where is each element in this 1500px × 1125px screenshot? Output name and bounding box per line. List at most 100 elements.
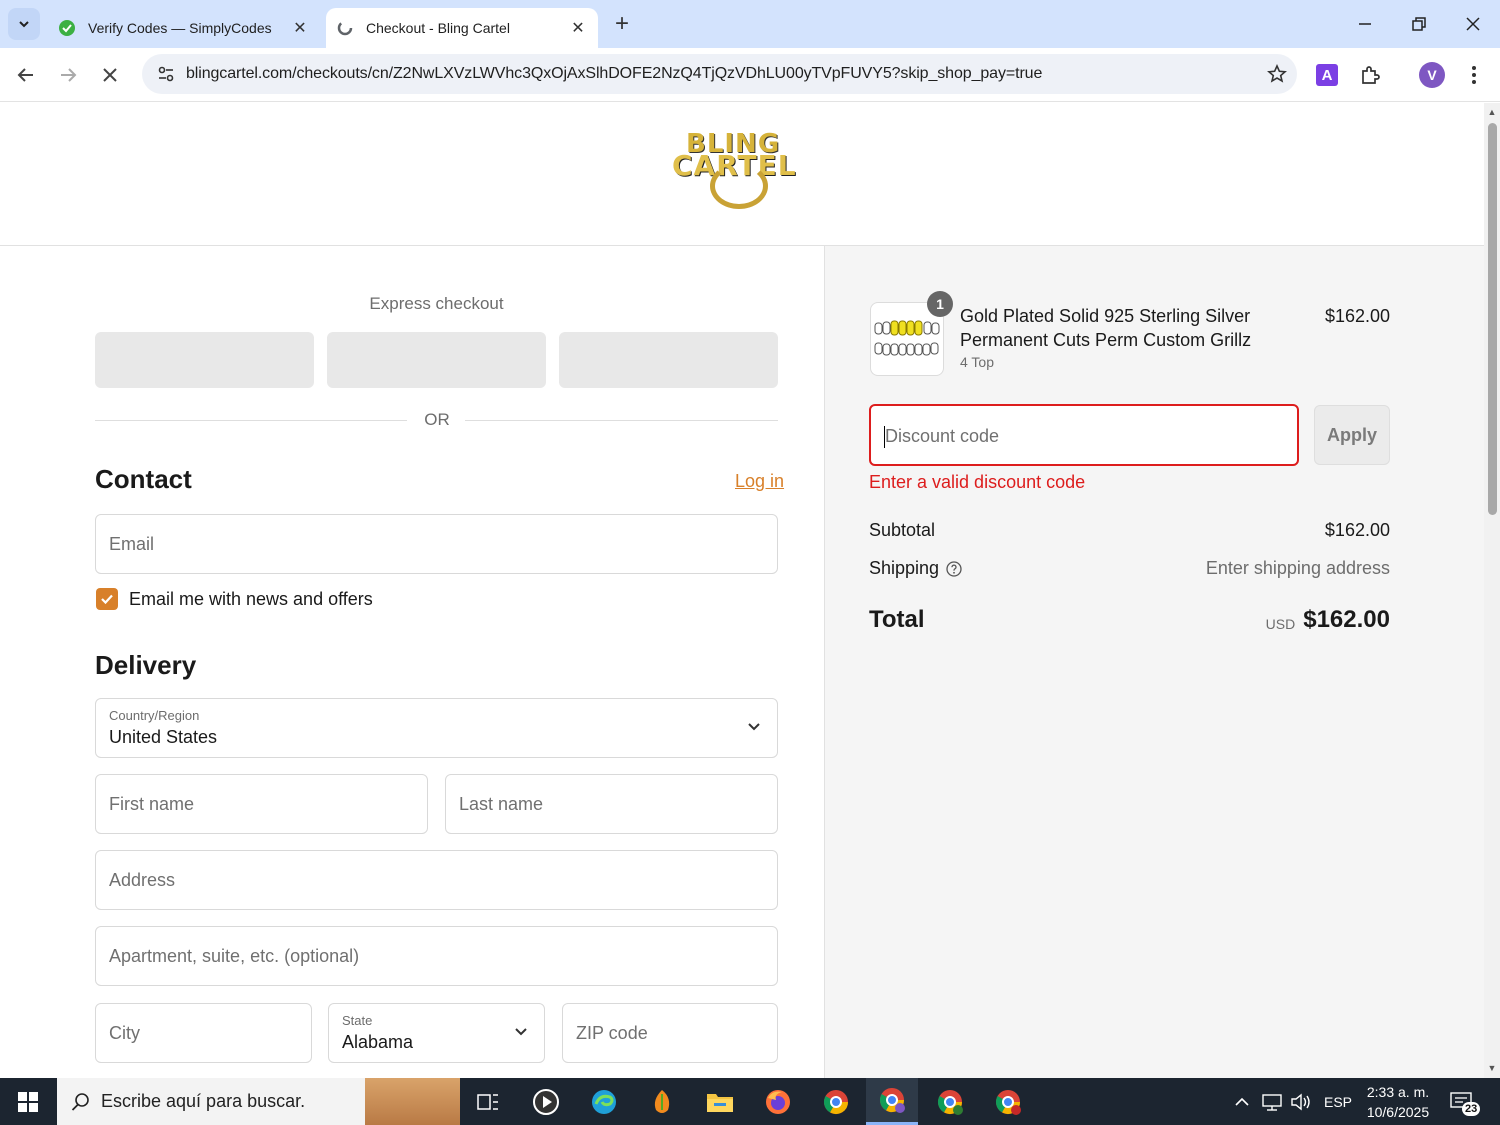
firefox-icon[interactable] bbox=[752, 1078, 804, 1125]
tab-search-button[interactable] bbox=[8, 8, 40, 40]
extension-a-icon[interactable]: A bbox=[1312, 60, 1342, 90]
file-explorer-icon[interactable] bbox=[694, 1078, 746, 1125]
total-label: Total bbox=[869, 606, 925, 633]
simplycodes-favicon-icon bbox=[58, 19, 76, 37]
email-placeholder: Email bbox=[109, 534, 155, 554]
order-summary: 1 Gold Plated Solid 925 Sterling Silver … bbox=[824, 246, 1484, 1078]
notifications-icon[interactable]: 23 bbox=[1450, 1078, 1481, 1125]
network-icon[interactable] bbox=[1262, 1078, 1284, 1125]
logo-chain-icon bbox=[710, 163, 768, 209]
zip-placeholder: ZIP code bbox=[576, 1023, 648, 1043]
product-price: $162.00 bbox=[1325, 306, 1391, 326]
taskbar-search[interactable]: Escribe aquí para buscar. bbox=[57, 1078, 460, 1125]
first-name-field[interactable]: First name bbox=[95, 774, 428, 834]
email-field[interactable]: Email bbox=[95, 514, 778, 574]
fl-studio-icon[interactable] bbox=[636, 1078, 688, 1125]
volume-icon[interactable] bbox=[1290, 1078, 1312, 1125]
news-offers-checkbox[interactable] bbox=[96, 588, 118, 610]
bookmark-star-icon[interactable] bbox=[1257, 64, 1297, 84]
notification-count-badge: 23 bbox=[1462, 1102, 1481, 1116]
task-view-icon[interactable] bbox=[462, 1078, 514, 1125]
chevron-down-icon bbox=[747, 719, 761, 738]
city-field[interactable]: City bbox=[95, 1003, 312, 1063]
restore-button[interactable] bbox=[1392, 0, 1446, 48]
scrollbar-thumb[interactable] bbox=[1488, 123, 1497, 515]
minimize-icon bbox=[1359, 23, 1371, 25]
clock-time: 2:33 a. m. bbox=[1366, 1084, 1430, 1100]
quantity-badge: 1 bbox=[927, 291, 953, 317]
bling-cartel-logo[interactable]: BLING CARTEL bbox=[672, 129, 812, 219]
help-circle-icon[interactable] bbox=[946, 560, 962, 577]
store-header: BLING CARTEL bbox=[0, 103, 1484, 246]
grillz-image-icon bbox=[874, 320, 940, 356]
new-tab-button[interactable]: + bbox=[608, 10, 636, 38]
scroll-down-icon[interactable]: ▼ bbox=[1487, 1063, 1497, 1073]
express-pay-button-3[interactable] bbox=[559, 332, 778, 388]
checkout-page: BLING CARTEL Express checkout OR Contact… bbox=[0, 103, 1484, 1078]
search-highlight-image bbox=[365, 1078, 460, 1125]
chrome-app-icon-3[interactable] bbox=[924, 1078, 976, 1125]
address-bar[interactable]: blingcartel.com/checkouts/cn/Z2NwLXVzLWV… bbox=[142, 54, 1297, 94]
clock[interactable]: 2:33 a. m. 10/6/2025 bbox=[1360, 1082, 1436, 1122]
subtotal-row: Subtotal $162.00 bbox=[869, 520, 1390, 541]
url-text[interactable]: blingcartel.com/checkouts/cn/Z2NwLXVzLWV… bbox=[186, 65, 1257, 83]
last-name-field[interactable]: Last name bbox=[445, 774, 778, 834]
state-select[interactable]: State Alabama bbox=[328, 1003, 545, 1063]
back-button[interactable] bbox=[9, 58, 43, 92]
chrome-app-icon-4[interactable] bbox=[982, 1078, 1034, 1125]
stop-loading-button[interactable] bbox=[93, 58, 127, 92]
extension-a-badge: A bbox=[1316, 64, 1338, 86]
discount-code-input[interactable]: Discount code bbox=[869, 404, 1299, 466]
shipping-value: Enter shipping address bbox=[1205, 558, 1390, 578]
minimize-button[interactable] bbox=[1338, 0, 1392, 48]
news-offers-label[interactable]: Email me with news and offers bbox=[129, 589, 373, 610]
search-icon bbox=[71, 1092, 91, 1112]
browser-menu-icon[interactable] bbox=[1459, 60, 1489, 90]
start-button[interactable] bbox=[0, 1078, 56, 1125]
media-player-icon[interactable] bbox=[520, 1078, 572, 1125]
chrome-app-icon-1[interactable] bbox=[810, 1078, 862, 1125]
last-name-placeholder: Last name bbox=[459, 794, 544, 814]
language-indicator[interactable]: ESP bbox=[1324, 1078, 1352, 1125]
extensions-puzzle-icon[interactable] bbox=[1355, 60, 1385, 90]
country-label: Country/Region bbox=[109, 708, 200, 723]
country-value: United States bbox=[109, 727, 218, 747]
profile-initial: V bbox=[1419, 62, 1445, 88]
address-field[interactable]: Address bbox=[95, 850, 778, 910]
tab-title: Verify Codes — SimplyCodes bbox=[88, 20, 272, 36]
scroll-up-icon[interactable]: ▲ bbox=[1487, 107, 1497, 117]
tab-simplycodes[interactable]: Verify Codes — SimplyCodes ✕ bbox=[48, 8, 320, 48]
delivery-title: Delivery bbox=[95, 650, 197, 680]
total-value: $162.00 bbox=[1303, 606, 1390, 633]
login-link[interactable]: Log in bbox=[735, 471, 784, 492]
close-icon[interactable]: ✕ bbox=[566, 16, 590, 40]
express-pay-button-1[interactable] bbox=[95, 332, 314, 388]
forward-button[interactable] bbox=[51, 58, 85, 92]
total-row: Total USD $162.00 bbox=[869, 606, 1390, 634]
tab-title: Checkout - Bling Cartel bbox=[366, 20, 510, 36]
express-pay-button-2[interactable] bbox=[327, 332, 546, 388]
tab-bling-cartel[interactable]: Checkout - Bling Cartel ✕ bbox=[326, 8, 598, 48]
apartment-placeholder: Apartment, suite, etc. (optional) bbox=[109, 946, 360, 966]
chrome-app-icon-2[interactable] bbox=[866, 1078, 918, 1125]
shipping-row: Shipping Enter shipping address bbox=[869, 558, 1390, 579]
edge-browser-icon[interactable] bbox=[578, 1078, 630, 1125]
product-variant: 4 Top bbox=[960, 354, 994, 370]
apartment-field[interactable]: Apartment, suite, etc. (optional) bbox=[95, 926, 778, 986]
divider bbox=[95, 420, 407, 421]
discount-error-message: Enter a valid discount code bbox=[869, 472, 1086, 492]
chevron-down-icon bbox=[514, 1024, 528, 1043]
first-name-placeholder: First name bbox=[109, 794, 195, 814]
country-select[interactable]: Country/Region United States bbox=[95, 698, 778, 758]
arrow-left-icon bbox=[17, 68, 33, 82]
browser-tab-bar: Verify Codes — SimplyCodes ✕ Checkout - … bbox=[0, 0, 1500, 48]
profile-avatar[interactable]: V bbox=[1417, 60, 1447, 90]
tray-chevron-up-icon[interactable] bbox=[1234, 1078, 1250, 1125]
apply-discount-button[interactable]: Apply bbox=[1314, 405, 1390, 465]
close-window-button[interactable] bbox=[1446, 0, 1500, 48]
site-settings-icon[interactable] bbox=[146, 65, 186, 83]
zip-field[interactable]: ZIP code bbox=[562, 1003, 778, 1063]
product-title: Gold Plated Solid 925 Sterling Silver Pe… bbox=[960, 306, 1252, 350]
page-scrollbar[interactable]: ▲ ▼ bbox=[1484, 103, 1500, 1078]
close-icon[interactable]: ✕ bbox=[288, 16, 312, 40]
